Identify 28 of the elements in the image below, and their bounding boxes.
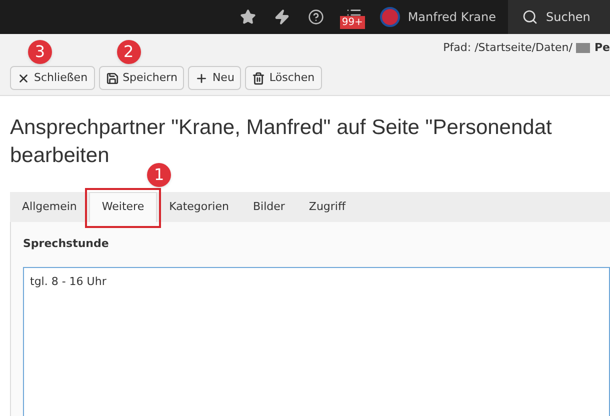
- tab[interactable]: Bilder: [240, 192, 297, 222]
- star-icon[interactable]: [240, 9, 256, 25]
- plus-icon: [195, 72, 208, 84]
- toolbar-button[interactable]: Löschen: [245, 66, 322, 90]
- callout-marker: 3: [28, 40, 52, 64]
- help-icon[interactable]: [308, 9, 324, 25]
- toolbar-button[interactable]: Speichern: [98, 66, 184, 90]
- text-area[interactable]: tgl. 8 - 16 Uhr: [23, 266, 610, 416]
- user-name[interactable]: Manfred Krane: [408, 8, 496, 26]
- search-button[interactable]: Suchen: [508, 0, 610, 34]
- trash-icon: [252, 72, 266, 84]
- avatar-icon[interactable]: [380, 7, 400, 27]
- toolbar-button[interactable]: Neu: [188, 66, 242, 90]
- callout-marker: 2: [116, 40, 141, 64]
- tab[interactable]: Weitere: [88, 192, 158, 222]
- folder-icon: [576, 43, 590, 53]
- toolbar-button[interactable]: Schließen: [10, 66, 95, 90]
- tab[interactable]: Kategorien: [157, 192, 241, 222]
- path-text: Pfad: /Startseite/Daten/: [443, 40, 572, 56]
- callout-marker: 1: [147, 163, 172, 187]
- field-label: Sprechstunde: [23, 236, 110, 252]
- search-icon: [522, 9, 538, 25]
- tab[interactable]: Zugriff: [296, 192, 358, 222]
- notification-badge: 99+: [340, 16, 365, 29]
- lightning-icon[interactable]: [274, 9, 290, 25]
- tab[interactable]: Allgemein: [10, 192, 89, 222]
- close-icon: [17, 72, 30, 84]
- current-page: Pe: [594, 40, 610, 56]
